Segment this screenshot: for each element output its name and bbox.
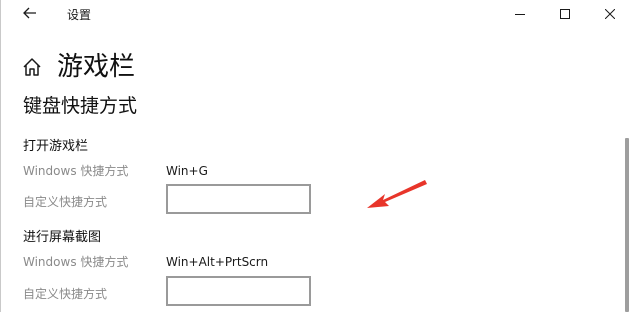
- group-title-open-game-bar: 打开游戏栏: [23, 139, 89, 154]
- custom-shortcut-input[interactable]: [166, 276, 311, 306]
- windows-shortcut-value: Win+G: [166, 164, 208, 178]
- title-bar: 设置: [1, 0, 636, 28]
- maximize-icon: [560, 9, 570, 19]
- settings-window: 设置 游戏栏 键盘快捷方式 打开游戏栏 Windows 快捷方式 Win+G 自…: [0, 0, 636, 312]
- back-arrow-icon: [23, 7, 36, 19]
- windows-shortcut-label: Windows 快捷方式: [23, 255, 129, 269]
- custom-shortcut-label: 自定义快捷方式: [23, 287, 108, 301]
- windows-shortcut-value: Win+Alt+PrtScrn: [166, 255, 269, 269]
- annotation-arrow: [367, 180, 427, 208]
- windows-shortcut-label: Windows 快捷方式: [23, 164, 129, 178]
- back-button[interactable]: [15, 2, 45, 24]
- group-title-screenshot: 进行屏幕截图: [23, 230, 102, 245]
- minimize-icon: [515, 14, 525, 15]
- custom-shortcut-input[interactable]: [166, 184, 311, 214]
- custom-shortcut-label: 自定义快捷方式: [23, 195, 108, 209]
- close-button[interactable]: [587, 0, 633, 28]
- page-title: 游戏栏: [57, 52, 136, 82]
- maximize-button[interactable]: [542, 0, 588, 28]
- close-icon: [605, 9, 615, 19]
- minimize-button[interactable]: [497, 0, 543, 28]
- window-title: 设置: [67, 8, 92, 22]
- home-icon[interactable]: [21, 56, 43, 78]
- section-title: 键盘快捷方式: [23, 95, 138, 117]
- scrollbar[interactable]: [625, 138, 629, 312]
